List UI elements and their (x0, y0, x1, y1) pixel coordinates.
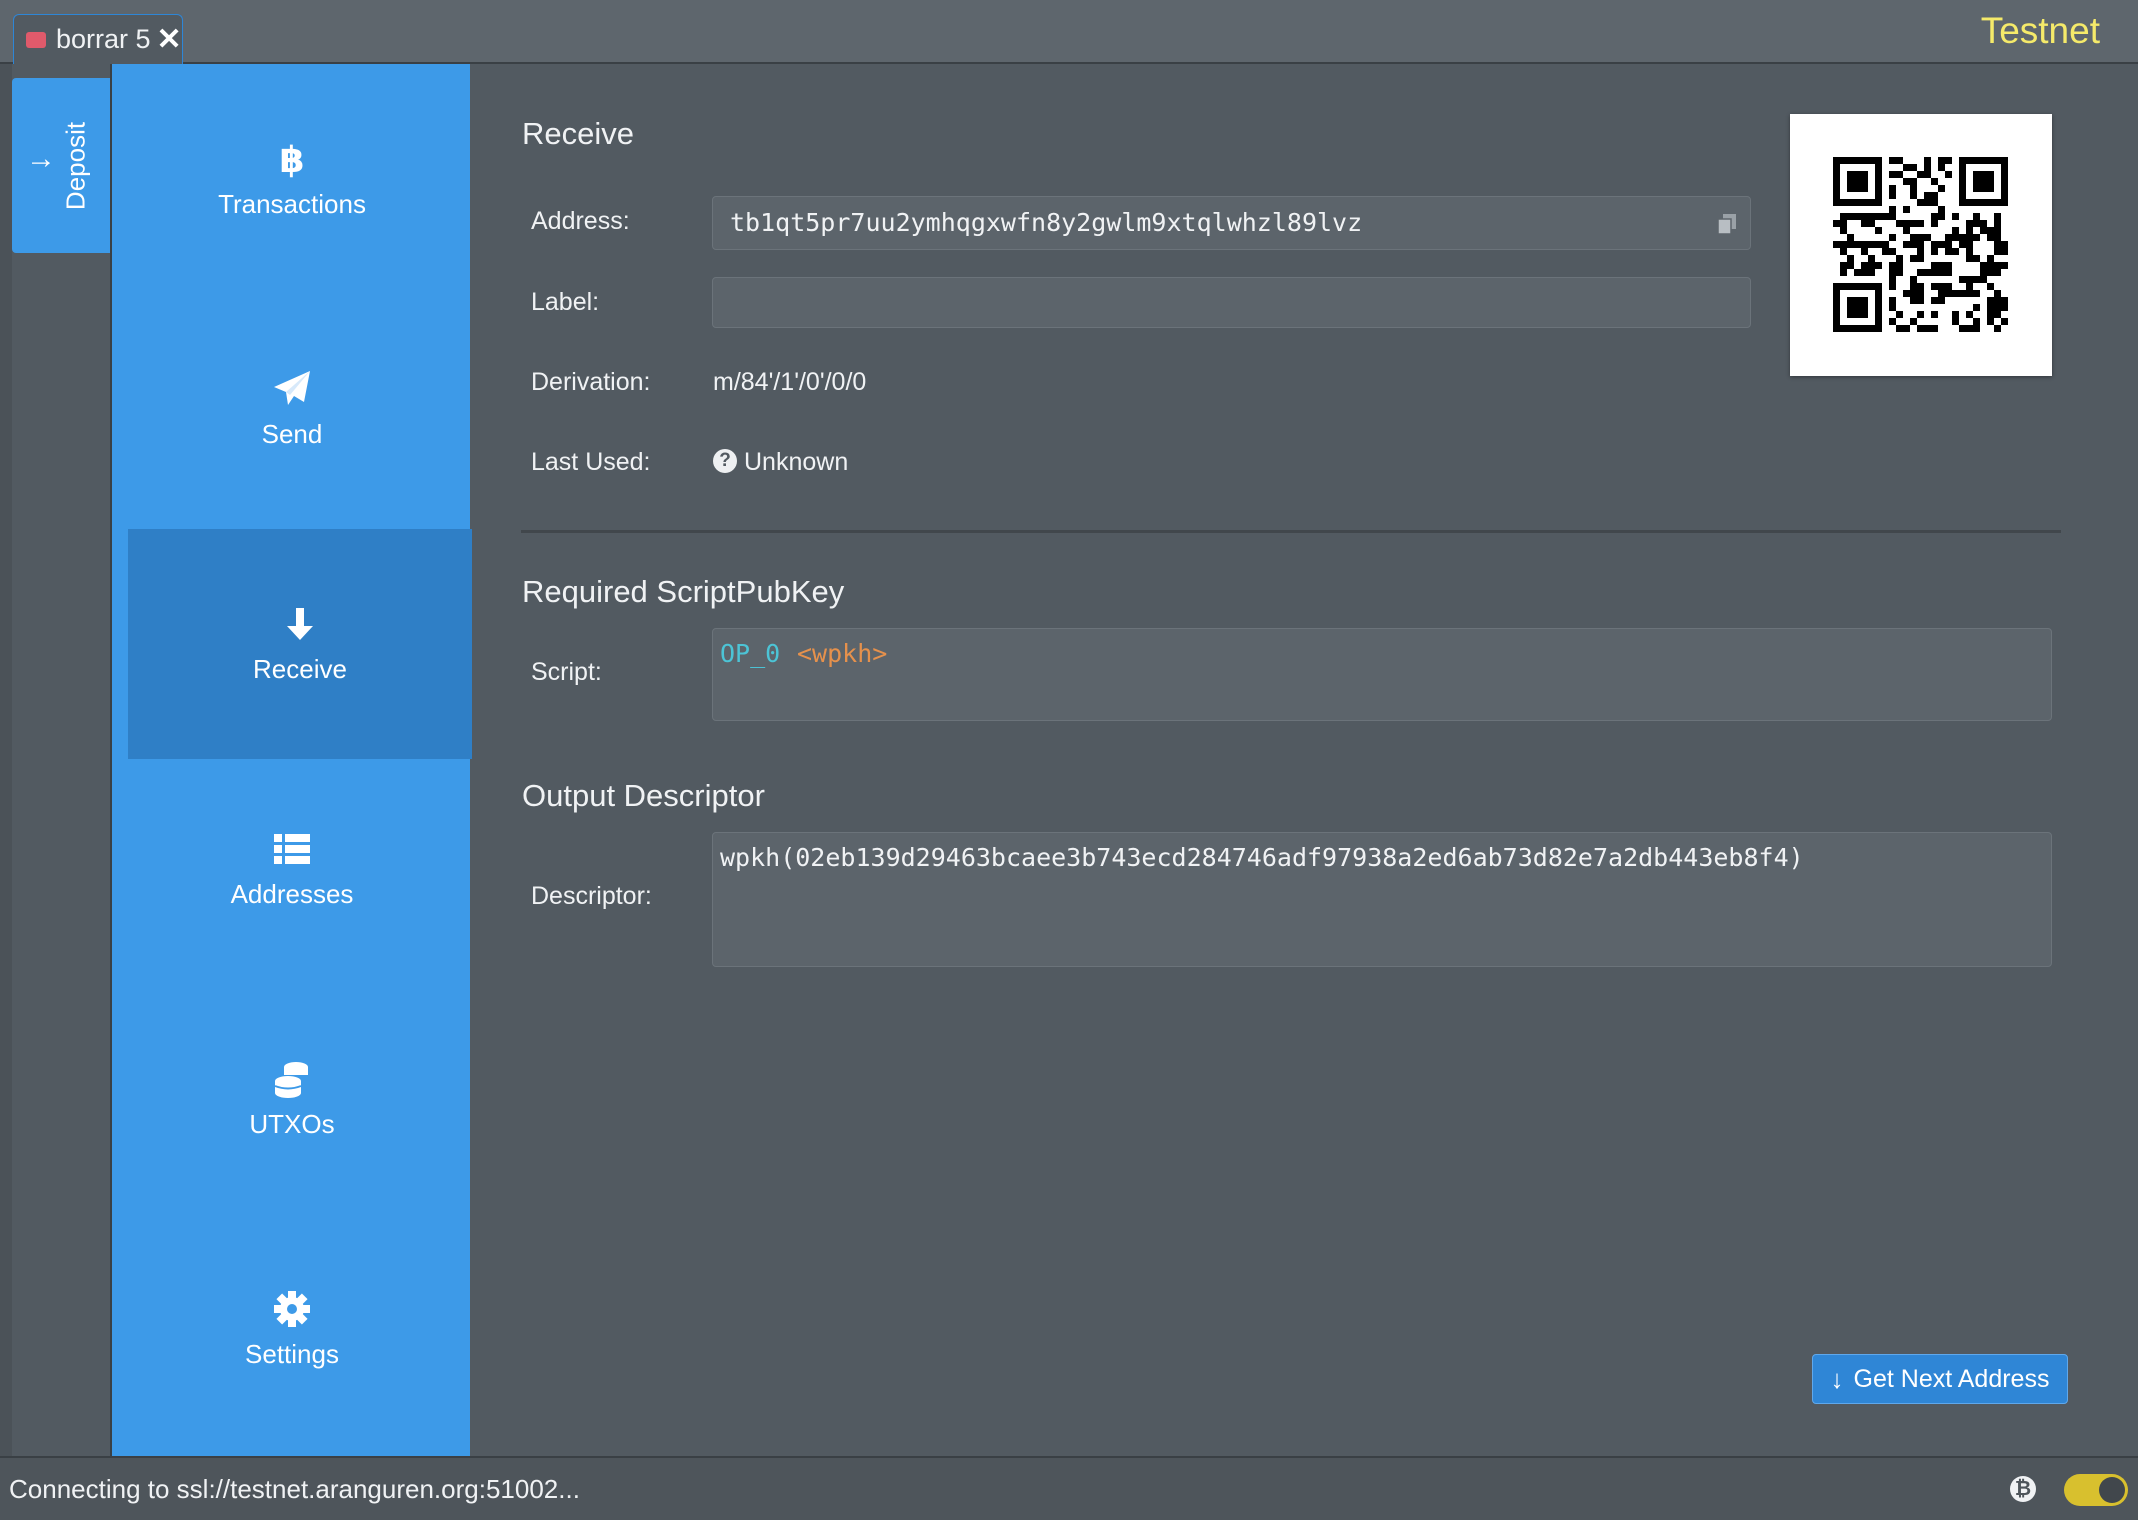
arrow-down-icon (287, 607, 313, 640)
descriptor-field[interactable]: wpkh(02eb139d29463bcaee3b743ecd284746adf… (712, 832, 2052, 967)
address-qr-code (1790, 114, 2052, 376)
sidebar-item-label: Send (261, 418, 323, 449)
status-bar: Connecting to ssl://testnet.aranguren.or… (0, 1456, 2138, 1520)
svg-text:฿: ฿ (279, 140, 304, 179)
script-field[interactable]: OP_0 <wpkh> (712, 628, 2052, 721)
descriptor-title: Output Descriptor (522, 778, 765, 813)
script-opcode: OP_0 (720, 639, 781, 668)
receive-panel: Receive Address: tb1qt5pr7uu2ymhqgxwfn8y… (470, 64, 2138, 1456)
wallet-tab-label: borrar 5 (56, 24, 151, 54)
sidebar: ฿ Transactions Send Receive Addresses UT… (110, 64, 472, 1456)
connection-status: Connecting to ssl://testnet.aranguren.or… (9, 1474, 580, 1504)
sidebar-item-label: Transactions (218, 188, 366, 219)
coins-icon (274, 1061, 308, 1098)
sidebar-item-send[interactable]: Send (112, 294, 472, 524)
address-field[interactable]: tb1qt5pr7uu2ymhqgxwfn8y2gwlm9xtqlwhzl89l… (712, 196, 1751, 250)
sidebar-item-label: Addresses (230, 878, 354, 909)
wallet-tab[interactable]: borrar 5 ✕ (13, 14, 183, 64)
currency-icon[interactable]: ₿ (2010, 1476, 2036, 1502)
sidebar-item-utxos[interactable]: UTXOs (112, 984, 472, 1214)
last-used-label: Last Used: (531, 448, 651, 476)
script-argument: <wpkh> (797, 639, 888, 668)
wallet-icon (26, 31, 46, 48)
get-next-address-label: Get Next Address (1853, 1364, 2050, 1393)
label-input[interactable] (712, 277, 1751, 328)
address-value: tb1qt5pr7uu2ymhqgxwfn8y2gwlm9xtqlwhzl89l… (730, 208, 1363, 237)
receive-title: Receive (522, 116, 634, 151)
list-icon (274, 833, 310, 864)
sidebar-item-receive[interactable]: Receive (128, 529, 472, 759)
get-next-address-button[interactable]: ↓ Get Next Address (1812, 1354, 2068, 1404)
derivation-value: m/84'/1'/0'/0/0 (713, 368, 867, 396)
tab-deposit-label: Deposit (60, 121, 91, 211)
title-bar: borrar 5 ✕ Testnet (0, 0, 2138, 64)
close-icon[interactable]: ✕ (157, 22, 182, 57)
label-label: Label: (531, 288, 600, 316)
sidebar-item-label: Receive (253, 653, 347, 684)
deposit-rail (0, 64, 110, 1456)
sidebar-item-label: UTXOs (249, 1108, 335, 1139)
sidebar-item-transactions[interactable]: ฿ Transactions (112, 64, 472, 294)
section-divider (521, 530, 2061, 533)
last-used-value: Unknown (744, 448, 849, 476)
descriptor-value: wpkh(02eb139d29463bcaee3b743ecd284746adf… (720, 843, 1804, 872)
derivation-label: Derivation: (531, 368, 651, 396)
scriptpubkey-title: Required ScriptPubKey (522, 574, 845, 609)
gear-icon (274, 1290, 310, 1327)
sidebar-item-addresses[interactable]: Addresses (112, 754, 472, 984)
arrow-down-icon: ↓ (1830, 1363, 1844, 1394)
arrow-right-icon: → (26, 142, 56, 175)
sidebar-item-label: Settings (245, 1338, 339, 1369)
bitcoin-icon: ฿ (279, 140, 304, 179)
toggle-knob (2099, 1477, 2125, 1503)
copy-icon[interactable] (1718, 214, 1736, 234)
network-label: Testnet (1980, 10, 2100, 51)
tab-deposit[interactable]: → Deposit (12, 78, 112, 253)
script-label: Script: (531, 658, 602, 686)
address-label: Address: (531, 207, 630, 235)
paper-plane-icon (274, 370, 310, 405)
descriptor-label: Descriptor: (531, 882, 652, 910)
connection-toggle[interactable] (2064, 1474, 2128, 1506)
sidebar-item-settings[interactable]: Settings (112, 1214, 472, 1444)
question-icon: ? (713, 449, 737, 473)
